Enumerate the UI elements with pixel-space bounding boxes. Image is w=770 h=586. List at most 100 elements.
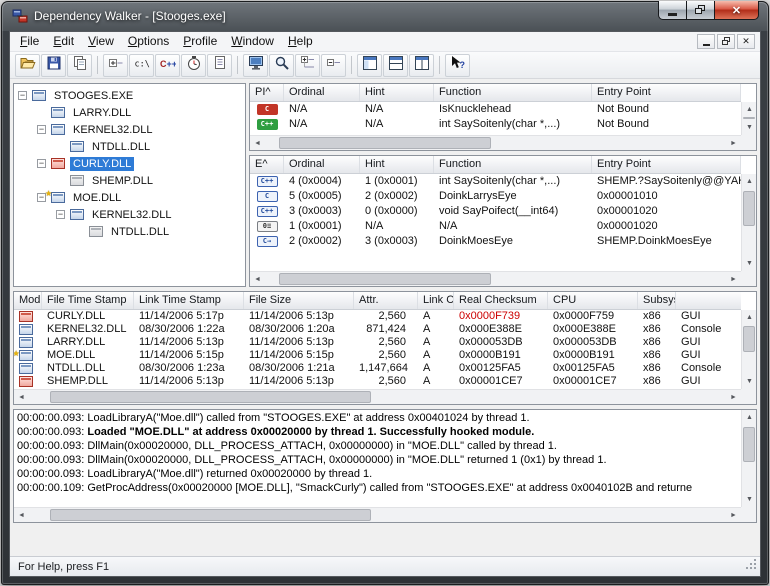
scroll-track[interactable] [742, 117, 756, 120]
scroll-right-button[interactable]: ► [726, 390, 741, 405]
module-row-ntdll-dll[interactable]: NTDLL.DLL08/30/2006 1:23a08/30/2006 1:21… [14, 362, 741, 375]
scroll-right-button[interactable]: ► [726, 136, 741, 151]
column-header-subsystem[interactable]: Subsystem [638, 292, 676, 309]
module-row-kernel32-dll[interactable]: KERNEL32.DLL08/30/2006 1:22a08/30/2006 1… [14, 323, 741, 336]
auto-expand-button[interactable] [103, 54, 128, 77]
menu-item-help[interactable]: Help [281, 31, 320, 52]
column-header-link-checksum[interactable]: Link Checksum [418, 292, 454, 309]
export-row-1-0x0001[interactable]: 0≡1 (0x0001)N/AN/A0x00001020 [250, 219, 741, 234]
view-vertical-button[interactable] [409, 54, 434, 77]
collapse-all-button[interactable] [321, 54, 346, 77]
tree-expander-collapse-icon[interactable]: − [37, 125, 46, 134]
horizontal-scrollbar[interactable]: ◄► [14, 389, 741, 404]
column-header-hint[interactable]: Hint [360, 84, 434, 101]
scroll-track[interactable] [742, 325, 756, 374]
tree-item-ntdll-dll[interactable]: NTDLL.DLL [14, 138, 245, 155]
resize-grip[interactable] [745, 558, 758, 574]
menu-item-window[interactable]: Window [224, 31, 281, 52]
menu-item-options[interactable]: Options [121, 31, 176, 52]
mdi-close-button[interactable]: ✕ [737, 34, 755, 49]
scroll-track[interactable] [265, 136, 726, 150]
horizontal-scrollbar[interactable]: ◄► [250, 135, 741, 150]
column-header-file-time-stamp[interactable]: File Time Stamp [42, 292, 134, 309]
scroll-down-button[interactable]: ▼ [742, 374, 757, 389]
save-button[interactable] [41, 54, 66, 77]
export-row-4-0x0004[interactable]: C++4 (0x0004)1 (0x0001)int SaySoitenly(c… [250, 174, 741, 189]
tree-item-kernel32-dll[interactable]: −KERNEL32.DLL [14, 121, 245, 138]
menu-item-edit[interactable]: Edit [46, 31, 81, 52]
scroll-thumb[interactable] [279, 137, 491, 149]
module-row-curly-dll[interactable]: CURLY.DLL11/14/2006 5:17p11/14/2006 5:13… [14, 310, 741, 323]
scroll-up-button[interactable]: ▲ [742, 174, 757, 189]
scroll-down-button[interactable]: ▼ [742, 492, 757, 507]
scroll-thumb[interactable] [743, 191, 755, 226]
tree-expander-collapse-icon[interactable]: − [37, 159, 46, 168]
undecorate-cpp-button[interactable]: C++ [155, 54, 180, 77]
minimize-button[interactable] [658, 1, 687, 20]
column-header-attr[interactable]: Attr. [354, 292, 418, 309]
search-button[interactable] [269, 54, 294, 77]
scroll-track[interactable] [742, 189, 756, 256]
scroll-up-button[interactable]: ▲ [742, 410, 757, 425]
vertical-scrollbar[interactable]: ▲▼ [741, 310, 756, 389]
vertical-scrollbar[interactable]: ▲▼ [741, 410, 756, 507]
scroll-thumb[interactable] [743, 427, 755, 462]
column-header-pi[interactable]: PI^ [250, 84, 284, 101]
tree-expander-collapse-icon[interactable]: − [56, 210, 65, 219]
vertical-scrollbar[interactable]: ▲▼ [741, 174, 756, 271]
context-help-button[interactable]: ? [445, 54, 470, 77]
scroll-up-button[interactable]: ▲ [742, 102, 757, 117]
column-header-function[interactable]: Function [434, 84, 592, 101]
scroll-track[interactable] [742, 425, 756, 492]
menu-item-profile[interactable]: Profile [176, 31, 224, 52]
scroll-down-button[interactable]: ▼ [742, 256, 757, 271]
scroll-thumb[interactable] [743, 117, 755, 119]
mdi-restore-button[interactable] [717, 34, 735, 49]
tree-item-stooges-exe[interactable]: −STOOGES.EXE [14, 87, 245, 104]
tree-item-curly-dll[interactable]: −CURLY.DLL [14, 155, 245, 172]
column-header-function[interactable]: Function [434, 156, 592, 173]
export-row-3-0x0003[interactable]: C++3 (0x0003)0 (0x0000)void SayPoifect(_… [250, 204, 741, 219]
full-paths-button[interactable]: c:\ [129, 54, 154, 77]
profile-button[interactable] [181, 54, 206, 77]
expand-all-button[interactable] [295, 54, 320, 77]
export-row-2-0x0002[interactable]: C→2 (0x0002)3 (0x0003)DoinkMoesEyeSHEMP.… [250, 234, 741, 249]
export-row-5-0x0005[interactable]: C5 (0x0005)2 (0x0002)DoinkLarrysEye0x000… [250, 189, 741, 204]
scroll-thumb[interactable] [50, 391, 371, 403]
module-row-moe-dll[interactable]: MOE.DLL11/14/2006 5:15p11/14/2006 5:15p2… [14, 349, 741, 362]
menu-item-view[interactable]: View [81, 31, 121, 52]
tree-expander-collapse-icon[interactable]: − [18, 91, 27, 100]
scroll-right-button[interactable]: ► [726, 272, 741, 287]
tree-item-moe-dll[interactable]: −MOE.DLL [14, 189, 245, 206]
column-header-entry-point[interactable]: Entry Point [592, 156, 741, 173]
scroll-left-button[interactable]: ◄ [250, 136, 265, 151]
module-row-shemp-dll[interactable]: SHEMP.DLL11/14/2006 5:13p11/14/2006 5:13… [14, 375, 741, 388]
import-row-n-a[interactable]: C++N/AN/Aint SaySoitenly(char *,...)Not … [250, 117, 741, 132]
module-row-larry-dll[interactable]: LARRY.DLL11/14/2006 5:13p11/14/2006 5:13… [14, 336, 741, 349]
column-header-ordinal[interactable]: Ordinal [284, 84, 360, 101]
scroll-left-button[interactable]: ◄ [14, 508, 29, 523]
horizontal-scrollbar[interactable]: ◄► [14, 507, 741, 522]
column-header-hint[interactable]: Hint [360, 156, 434, 173]
scroll-track[interactable] [29, 508, 726, 522]
open-button[interactable] [15, 54, 40, 77]
column-header-link-time-stamp[interactable]: Link Time Stamp [134, 292, 244, 309]
tree-item-kernel32-dll[interactable]: −KERNEL32.DLL [14, 206, 245, 223]
view-tree-button[interactable] [357, 54, 382, 77]
tree-item-ntdll-dll[interactable]: NTDLL.DLL [14, 223, 245, 240]
vertical-scrollbar[interactable]: ▲▼ [741, 102, 756, 135]
copy-button[interactable] [67, 54, 92, 77]
scroll-up-button[interactable]: ▲ [742, 310, 757, 325]
scroll-thumb[interactable] [50, 509, 371, 521]
system-info-button[interactable] [243, 54, 268, 77]
scroll-left-button[interactable]: ◄ [14, 390, 29, 405]
scroll-down-button[interactable]: ▼ [742, 120, 757, 135]
column-header-file-size[interactable]: File Size [244, 292, 354, 309]
column-header-real-checksum[interactable]: Real Checksum [454, 292, 548, 309]
maximize-button[interactable] [686, 1, 715, 20]
menu-item-file[interactable]: File [13, 31, 46, 52]
scroll-right-button[interactable]: ► [726, 508, 741, 523]
scroll-thumb[interactable] [279, 273, 491, 285]
horizontal-scrollbar[interactable]: ◄► [250, 271, 741, 286]
view-horizontal-button[interactable] [383, 54, 408, 77]
